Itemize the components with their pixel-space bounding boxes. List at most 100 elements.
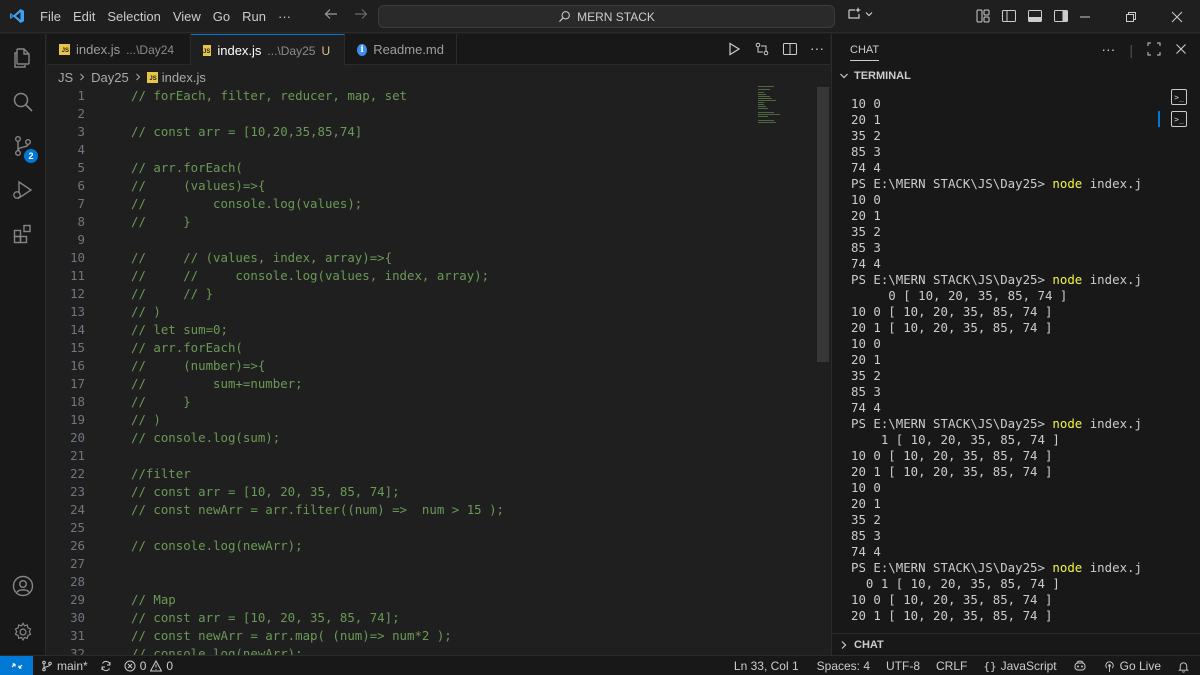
restore-button[interactable] — [1108, 0, 1154, 33]
terminal-text: 35 2 — [851, 224, 881, 239]
terminal-command: node — [1052, 416, 1083, 431]
terminal-text: 20 1 — [851, 112, 881, 127]
go-live-button[interactable]: Go Live — [1097, 656, 1167, 675]
terminal-text: 10 0 — [851, 336, 881, 351]
forward-arrow-icon[interactable] — [353, 6, 369, 27]
terminal-line: 74 4 — [851, 256, 881, 272]
code-line: 2 — [47, 105, 85, 123]
search-icon[interactable] — [0, 80, 46, 124]
branch-indicator[interactable]: main* — [35, 656, 94, 675]
extensions-icon[interactable] — [0, 212, 46, 256]
close-button[interactable] — [1154, 0, 1200, 33]
settings-gear-icon[interactable] — [0, 610, 46, 654]
breadcrumb-folder-day25[interactable]: Day25 — [91, 70, 129, 85]
terminal-text: 74 4 — [851, 400, 881, 415]
line-number: 17 — [70, 376, 85, 391]
terminal-text: 85 3 — [851, 528, 881, 543]
maximize-panel-icon[interactable] — [1147, 42, 1161, 59]
menu-file[interactable]: File — [34, 0, 67, 33]
broadcast-icon — [1104, 660, 1114, 672]
code-line: 31 // const newArr = arr.map( (num)=> num… — [47, 627, 452, 645]
terminal-text: 20 1 — [851, 208, 881, 223]
terminal-section-header[interactable]: TERMINAL — [832, 65, 1200, 87]
tab-index-js-day24[interactable]: JS index.js ...\Day24 — [47, 34, 191, 65]
terminal-output[interactable]: 10 0 20 1 35 2 85 3 74 4 PS E:\MERN STAC… — [832, 86, 1142, 634]
compare-changes-icon[interactable] — [754, 41, 770, 60]
line-number: 23 — [70, 484, 85, 499]
more-actions-icon[interactable]: ··· — [810, 41, 824, 60]
copilot-button[interactable] — [846, 6, 874, 22]
line-number: 22 — [70, 466, 85, 481]
line-number: 32 — [70, 646, 85, 655]
tab-readme-md[interactable]: i Readme.md — [345, 34, 457, 65]
chat-section-header[interactable]: CHAT — [832, 633, 1200, 655]
accounts-icon[interactable] — [0, 564, 46, 608]
terminal-text: 74 4 — [851, 160, 881, 175]
toggle-panel-icon[interactable] — [1027, 8, 1043, 27]
source-control-icon[interactable]: 2 — [0, 124, 46, 168]
code-text: // (values)=>{ — [131, 178, 266, 193]
secondary-panel: CHAT ··· | TERMINAL 10 0 20 1 35 2 85 3 … — [831, 34, 1200, 655]
terminal-command: node — [1052, 560, 1083, 575]
close-icon[interactable] — [1175, 42, 1187, 59]
info-icon: i — [357, 43, 368, 56]
explorer-icon[interactable] — [0, 36, 46, 80]
code-line: 4 — [47, 141, 85, 159]
chat-tab[interactable]: CHAT — [850, 39, 880, 61]
toggle-primary-sidebar-icon[interactable] — [1001, 8, 1017, 27]
cursor-position[interactable]: Ln 33, Col 1 — [728, 656, 805, 675]
terminal-args: index.js — [1089, 272, 1142, 287]
code-text: // const arr = [10, 20, 35, 85, 74]; — [131, 610, 400, 625]
terminal-text: 0 [ 10, 20, 35, 85, 74 ] — [851, 288, 1068, 303]
back-arrow-icon[interactable] — [323, 6, 339, 27]
indentation[interactable]: Spaces: 4 — [811, 656, 876, 675]
run-file-icon[interactable] — [726, 41, 742, 60]
search-icon — [559, 11, 570, 22]
tab-filename: index.js — [76, 42, 121, 57]
bell-icon — [1178, 661, 1189, 673]
split-editor-icon[interactable] — [782, 41, 798, 60]
more-actions-icon[interactable]: ··· — [1101, 42, 1115, 59]
menu-edit[interactable]: Edit — [67, 0, 101, 33]
menu-more[interactable]: ··· — [272, 0, 297, 33]
menu-run[interactable]: Run — [236, 0, 272, 33]
encoding[interactable]: UTF-8 — [880, 656, 926, 675]
line-endings[interactable]: CRLF — [930, 656, 973, 675]
sync-button[interactable] — [94, 656, 118, 675]
minimap[interactable] — [758, 86, 798, 126]
breadcrumb-file[interactable]: index.js — [162, 70, 206, 85]
terminal-instance-icon[interactable]: >_ — [1171, 89, 1187, 105]
activity-bar: 2 — [0, 34, 46, 655]
terminal-line: PS E:\MERN STACK\JS\Day25> node index.js — [851, 272, 1142, 288]
customize-layout-icon[interactable] — [975, 8, 991, 27]
line-number: 20 — [70, 430, 85, 445]
code-line: 19 // ) — [47, 411, 161, 429]
tab-description: ...\Day25 — [267, 43, 316, 58]
notifications-button[interactable] — [1171, 656, 1196, 675]
line-number: 5 — [77, 160, 85, 175]
minimize-button[interactable] — [1062, 0, 1108, 33]
menu-selection[interactable]: Selection — [101, 0, 166, 33]
terminal-line: 1 [ 10, 20, 35, 85, 74 ] — [851, 432, 1060, 448]
remote-indicator[interactable] — [0, 655, 33, 675]
menu-view[interactable]: View — [167, 0, 207, 33]
tab-index-js-day25[interactable]: JS index.js ...\Day25 U — [191, 34, 345, 66]
chevron-right-icon — [135, 73, 140, 81]
editor-scrollbar[interactable] — [817, 87, 829, 362]
code-editor[interactable]: 1 // forEach, filter, reducer, map, set 2… — [47, 87, 830, 655]
run-debug-icon[interactable] — [0, 168, 46, 212]
language-mode[interactable]: {} JavaScript — [977, 656, 1062, 675]
sync-icon — [101, 660, 111, 671]
terminal-instance-icon[interactable]: >_ — [1171, 111, 1187, 127]
terminal-text: 10 0 [ 10, 20, 35, 85, 74 ] — [851, 448, 1053, 463]
code-text: // console.log(values); — [131, 196, 363, 211]
code-line: 8 // } — [47, 213, 191, 231]
search-label: MERN STACK — [577, 9, 655, 24]
untracked-indicator: U — [321, 43, 331, 58]
problems-indicator[interactable]: 0 0 — [118, 656, 179, 675]
command-center-search[interactable]: MERN STACK — [378, 5, 835, 28]
copilot-status[interactable] — [1067, 656, 1093, 675]
terminal-line: 85 3 — [851, 144, 881, 160]
breadcrumb-folder-js[interactable]: JS — [58, 70, 73, 85]
menu-go[interactable]: Go — [207, 0, 236, 33]
